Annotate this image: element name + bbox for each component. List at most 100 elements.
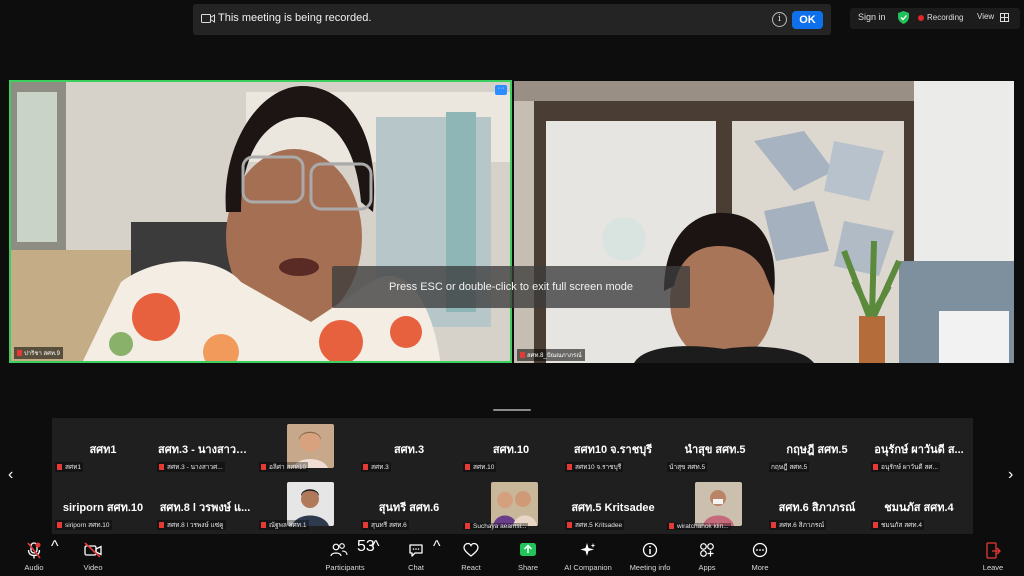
participant-thumbnail[interactable]: สศท10 จ.ราชบุรี สศท10 จ.ราชบุรี	[562, 420, 664, 475]
audio-options-caret[interactable]: ^	[51, 538, 59, 576]
thumbnail-name-tag: สศท1	[55, 462, 83, 472]
participant-thumbnail[interactable]: สศท.5 Kritsadee สศท.5 Kritsadee	[562, 478, 664, 533]
participant-thumbnail[interactable]: สศท.10 สศท.10	[460, 420, 562, 475]
audio-button[interactable]: Audio	[18, 538, 50, 576]
view-button[interactable]: View	[977, 12, 994, 21]
participant-photo	[491, 482, 538, 526]
participant-thumbnail[interactable]: ชมนภัส สศท.4 ชมนภัส สศท.4	[868, 478, 970, 533]
thumbnail-name-tag: wiratchanok klin...	[667, 523, 731, 530]
chat-button[interactable]: Chat	[402, 538, 430, 576]
meeting-toolbar: Audio ^ Video Participants 53 ^ Chat ^ R…	[0, 538, 1024, 576]
participant-thumbnail[interactable]: wiratchanok klin...	[664, 478, 766, 533]
participant-thumbnail[interactable]: สศท1 สศท1	[52, 420, 154, 475]
sign-in-button[interactable]: Sign in	[858, 12, 886, 22]
microphone-muted-icon	[27, 542, 41, 559]
muted-mic-icon	[873, 464, 878, 471]
chat-icon	[409, 544, 423, 557]
muted-mic-icon	[771, 522, 776, 529]
muted-mic-icon	[520, 352, 525, 359]
thumbnail-display-name: นำสุข สศท.5	[684, 444, 746, 456]
apps-button[interactable]: Apps	[693, 538, 721, 576]
apps-label: Apps	[698, 563, 716, 572]
muted-mic-icon	[873, 522, 878, 529]
participant-thumbnail[interactable]: นำสุข สศท.5 นำสุข สศท.5	[664, 420, 766, 475]
recording-banner: This meeting is being recorded. i OK	[193, 4, 831, 35]
video-button[interactable]: Video	[78, 538, 108, 576]
thumbnail-display-name: สศท.3	[393, 444, 425, 456]
chat-options-caret[interactable]: ^	[433, 538, 441, 576]
more-button[interactable]: More	[746, 538, 774, 576]
video-feed-left	[11, 82, 510, 361]
ok-button[interactable]: OK	[792, 11, 823, 29]
thumbnail-name-tag: สศท.10	[463, 462, 497, 472]
thumbnail-display-name: กฤษฎี สศท.5	[786, 444, 848, 456]
muted-mic-icon	[567, 464, 572, 471]
participant-thumbnail[interactable]: สศท.3 สศท.3	[358, 420, 460, 475]
recording-indicator[interactable]: Recording	[927, 13, 963, 22]
thumbnail-display-name: สศท10 จ.ราชบุรี	[573, 444, 653, 456]
share-button[interactable]: Share	[514, 538, 542, 576]
muted-mic-icon	[363, 464, 368, 471]
participant-thumbnail[interactable]: siriporn สศท.10 siriporn สศท.10	[52, 478, 154, 533]
fullscreen-exit-hint: Press ESC or double-click to exit full s…	[332, 266, 690, 308]
thumbnail-name-tag: ชมนภัส สศท.4	[871, 520, 924, 530]
thumbnail-name-tag: สศท.6 สิภาภรณ์	[769, 520, 827, 530]
thumbnail-name-tag: อลิศา สศท10	[259, 462, 309, 472]
thumbnail-display-name: สุนทรี สศท.6	[378, 502, 440, 514]
thumbnail-display-name: ชมนภัส สศท.4	[884, 502, 954, 514]
grid-view-icon[interactable]	[1000, 13, 1009, 22]
participant-thumbnail[interactable]: สศท.3 - นางสาวศ... สศท.3 - นางสาวศ...	[154, 420, 256, 475]
participant-thumbnail[interactable]: อนุรักษ์ ผาวันดี ส... อนุรักษ์ ผาวันดี ส…	[868, 420, 970, 475]
muted-mic-icon	[567, 522, 572, 529]
thumbnail-display-name: siriporn สศท.10	[62, 502, 144, 514]
thumbnail-name-tag: สศท10 จ.ราชบุรี	[565, 462, 624, 472]
top-right-controls: Sign in Recording View	[850, 8, 1020, 29]
muted-mic-icon	[363, 522, 368, 529]
thumbnail-display-name: อนุรักษ์ ผาวันดี ส...	[874, 444, 964, 456]
shield-icon[interactable]	[898, 11, 909, 24]
thumbnail-display-name: สศท.6 สิภาภรณ์	[778, 502, 856, 514]
thumbnail-display-name: สศท1	[89, 444, 117, 456]
participant-name-tag: สศท.8_ปัณณภาภรณ์	[517, 349, 585, 361]
participants-options-caret[interactable]: ^	[372, 538, 380, 576]
react-label: React	[461, 563, 481, 572]
participant-gallery: สศท1 สศท1 สศท.3 - นางสาวศ... สศท.3 - นาง…	[52, 418, 973, 534]
react-button[interactable]: React	[457, 538, 485, 576]
recording-message: This meeting is being recorded.	[218, 12, 372, 24]
muted-mic-icon	[465, 523, 470, 530]
participant-thumbnail[interactable]: สศท.6 สิภาภรณ์ สศท.6 สิภาภรณ์	[766, 478, 868, 533]
ai-companion-label: AI Companion	[564, 563, 612, 572]
participant-thumbnail[interactable]: กฤษฎี สศท.5 กฤษฎี สศท.5	[766, 420, 868, 475]
gallery-resize-handle[interactable]	[493, 409, 531, 411]
more-options-button[interactable]: ···	[495, 85, 507, 95]
thumbnail-name-tag: อนุรักษ์ ผาวันดี สศ...	[871, 462, 940, 472]
thumbnail-name-tag: สศท.3 - นางสาวศ...	[157, 462, 225, 472]
participant-photo	[695, 482, 742, 526]
ai-companion-button[interactable]: AI Companion	[564, 538, 612, 576]
thumbnail-name-tag: สศท.8 l วรพงษ์ แซ่คู	[157, 520, 226, 530]
participant-name: สศท.8_ปัณณภาภรณ์	[527, 353, 582, 359]
thumbnail-display-name: สศท.8 l วรพงษ์ แ...	[159, 502, 251, 514]
muted-mic-icon	[261, 464, 266, 471]
participant-thumbnail[interactable]: สุนทรี สศท.6 สุนทรี สศท.6	[358, 478, 460, 533]
participant-thumbnail[interactable]: Suchaya aeamsi...	[460, 478, 562, 533]
muted-mic-icon	[57, 464, 62, 471]
video-tile-active-speaker[interactable]: ··· ปาริชา สศท.9	[9, 80, 512, 363]
meeting-info-button[interactable]: Meeting info	[630, 538, 670, 576]
participant-thumbnail[interactable]: สศท.8 l วรพงษ์ แ... สศท.8 l วรพงษ์ แซ่คู	[154, 478, 256, 533]
gallery-next-button[interactable]: ›	[1008, 466, 1013, 484]
thumbnail-name-tag: นำสุข สศท.5	[667, 462, 708, 472]
participants-button[interactable]: Participants	[325, 538, 365, 576]
thumbnail-display-name: สศท.10	[492, 444, 530, 456]
participant-thumbnail[interactable]: ณัฐพล สศท.1	[256, 478, 358, 533]
leave-button[interactable]: Leave	[980, 538, 1006, 576]
participant-thumbnail[interactable]: อลิศา สศท10	[256, 420, 358, 475]
thumbnail-name-tag: ณัฐพล สศท.1	[259, 520, 309, 530]
video-tile-participant[interactable]: สศท.8_ปัณณภาภรณ์	[514, 81, 1014, 363]
share-screen-icon	[520, 543, 536, 556]
heart-icon	[463, 542, 479, 557]
gallery-prev-button[interactable]: ‹	[8, 466, 13, 484]
muted-mic-icon	[669, 523, 674, 530]
participant-name-tag: ปาริชา สศท.9	[14, 347, 63, 359]
info-icon[interactable]: i	[772, 12, 787, 27]
